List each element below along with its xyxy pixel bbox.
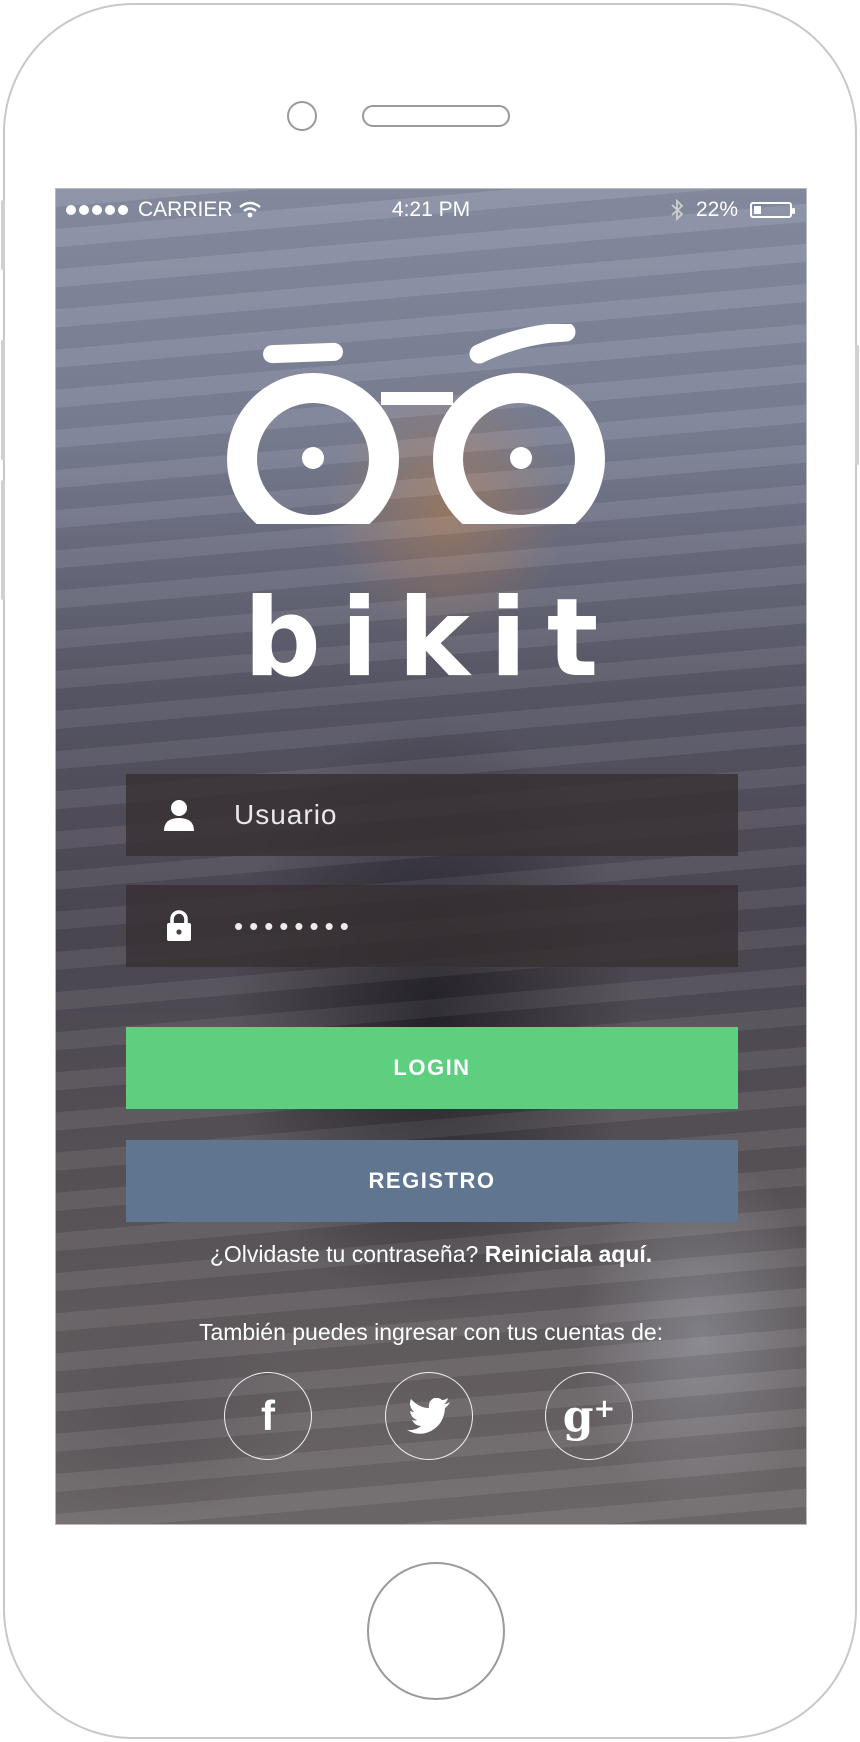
battery-percent: 22%	[695, 198, 738, 221]
register-button[interactable]: REGISTRO	[126, 1140, 738, 1222]
username-field[interactable]	[126, 774, 738, 856]
app-screen: CARRIER 4:21 PM 22% bikit Usuario ••••••…	[55, 188, 807, 1525]
power-button	[855, 345, 859, 465]
battery-icon	[750, 202, 795, 218]
google-glyph: g	[562, 1390, 594, 1442]
mute-switch	[1, 200, 5, 270]
home-button[interactable]	[367, 1562, 505, 1700]
username-input[interactable]	[232, 798, 696, 832]
front-camera	[287, 101, 317, 131]
password-input[interactable]	[232, 909, 696, 943]
twitter-icon	[407, 1398, 450, 1434]
facebook-login-button[interactable]: f	[224, 1372, 312, 1460]
facebook-icon: f	[261, 1392, 275, 1439]
bluetooth-icon	[671, 199, 684, 221]
twitter-login-button[interactable]	[385, 1372, 473, 1460]
forgot-password: ¿Olvidaste tu contraseña? Reiniciala aqu…	[56, 1241, 806, 1268]
volume-up-button	[1, 340, 5, 460]
reset-password-link[interactable]: Reiniciala aquí.	[485, 1241, 652, 1267]
google-plus-sign: +	[593, 1393, 616, 1424]
social-prompt: También puedes ingresar con tus cuentas …	[198, 1319, 664, 1345]
google-plus-icon: g+	[563, 1391, 616, 1442]
google-plus-login-button[interactable]: g+	[545, 1372, 633, 1460]
phone-frame: CARRIER 4:21 PM 22% bikit Usuario ••••••…	[1, 3, 859, 1739]
password-field[interactable]	[126, 885, 738, 967]
brand-name: bikit	[243, 576, 619, 701]
bikit-glasses-logo	[227, 324, 605, 524]
lock-icon	[126, 910, 232, 942]
forgot-question: ¿Olvidaste tu contraseña?	[209, 1241, 479, 1267]
status-bar: CARRIER 4:21 PM 22%	[56, 189, 806, 229]
earpiece-speaker	[362, 105, 510, 127]
volume-down-button	[1, 480, 5, 600]
battery-fill	[754, 206, 762, 214]
status-right: 22%	[670, 198, 795, 222]
user-icon	[126, 799, 232, 831]
login-button[interactable]: LOGIN	[126, 1027, 738, 1109]
